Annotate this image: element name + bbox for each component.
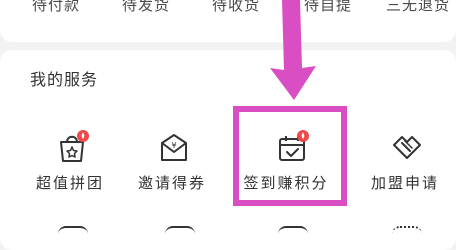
order-tab-pending-shipment[interactable]: 待发货 (122, 0, 170, 15)
partial-icon (278, 226, 308, 240)
partial-icon (165, 226, 195, 240)
order-tab-returns[interactable]: 三无退货 (386, 0, 450, 15)
service-invite-coupon[interactable]: ¥ 邀请得券 (127, 120, 217, 200)
order-status-card: 待付款 待发货 待收货 待自提 三无退货 (0, 0, 456, 42)
highlight-frame (233, 106, 347, 206)
order-status-row: 待付款 待发货 待收货 待自提 三无退货 (0, 0, 456, 14)
service-label: 邀请得券 (137, 174, 206, 192)
svg-text:¥: ¥ (171, 141, 176, 150)
service-group-buy[interactable]: 超值拼团 (25, 120, 115, 200)
order-tab-pending-receipt[interactable]: 待收货 (212, 0, 260, 15)
order-tab-pending-payment[interactable]: 待付款 (32, 0, 80, 15)
handshake-icon (393, 136, 421, 159)
service-franchise-apply[interactable]: 加盟申请 (360, 120, 450, 200)
order-tab-pending-pickup[interactable]: 待自提 (304, 0, 352, 15)
service-label: 超值拼团 (35, 174, 104, 192)
shopping-bag-icon (60, 130, 89, 162)
coupon-envelope-icon: ¥ (161, 134, 187, 161)
service-label: 加盟申请 (370, 174, 439, 192)
services-title: 我的服务 (30, 70, 99, 89)
partial-icon (392, 226, 422, 240)
partial-icon (58, 226, 88, 240)
